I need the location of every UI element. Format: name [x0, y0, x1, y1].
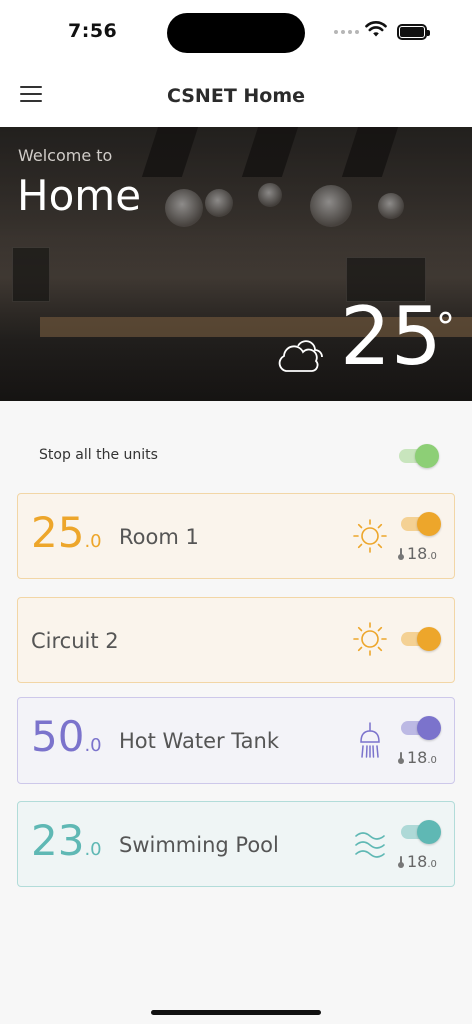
setpoint-temperature: 18.0: [398, 544, 437, 563]
dynamic-island: [167, 13, 305, 53]
nav-bar: CSNET Home: [0, 64, 472, 127]
unit-name: Hot Water Tank: [119, 729, 279, 753]
unit-card-circuit-2[interactable]: Circuit 2: [17, 597, 455, 683]
cloudy-icon: [278, 340, 323, 372]
status-time: 7:56: [68, 20, 118, 42]
home-title: Home: [17, 171, 142, 220]
degree-symbol: °: [436, 305, 455, 349]
home-indicator[interactable]: [151, 1010, 321, 1015]
thermometer-icon: [398, 752, 404, 764]
status-bar: 7:56: [0, 0, 472, 64]
page-title: CSNET Home: [166, 85, 306, 107]
stop-all-row: Stop all the units: [0, 430, 472, 482]
thermometer-icon: [398, 856, 404, 868]
unit-power-toggle[interactable]: [401, 716, 441, 740]
unit-power-toggle[interactable]: [401, 512, 441, 536]
sun-icon: [353, 519, 387, 553]
wifi-icon: [365, 21, 387, 37]
cellular-signal-icon: [334, 30, 359, 34]
current-temperature: 23.0: [31, 816, 102, 865]
stop-all-toggle[interactable]: [399, 444, 439, 468]
unit-card-room-1[interactable]: 25.0 Room 1 18.0: [17, 493, 455, 579]
unit-power-toggle[interactable]: [401, 627, 441, 651]
outdoor-temperature: 25: [340, 290, 442, 383]
unit-name: Room 1: [119, 525, 199, 549]
setpoint-temperature: 18.0: [398, 852, 437, 871]
setpoint-temperature: 18.0: [398, 748, 437, 767]
waves-icon: [355, 832, 385, 858]
shower-icon: [360, 722, 380, 758]
thermometer-icon: [398, 548, 404, 560]
unit-name: Swimming Pool: [119, 833, 279, 857]
unit-card-hot-water-tank[interactable]: 50.0 Hot Water Tank 18.0: [17, 697, 455, 784]
unit-name: Circuit 2: [31, 629, 119, 653]
sun-icon: [353, 622, 387, 656]
current-temperature: 25.0: [31, 508, 102, 557]
stop-all-label: Stop all the units: [39, 447, 158, 463]
unit-power-toggle[interactable]: [401, 820, 441, 844]
battery-icon: [397, 24, 430, 40]
welcome-label: Welcome to: [18, 146, 113, 165]
unit-card-swimming-pool[interactable]: 23.0 Swimming Pool 18.0: [17, 801, 455, 887]
current-temperature: 50.0: [31, 712, 102, 761]
hero-banner: Welcome to Home 25 °: [0, 127, 472, 401]
